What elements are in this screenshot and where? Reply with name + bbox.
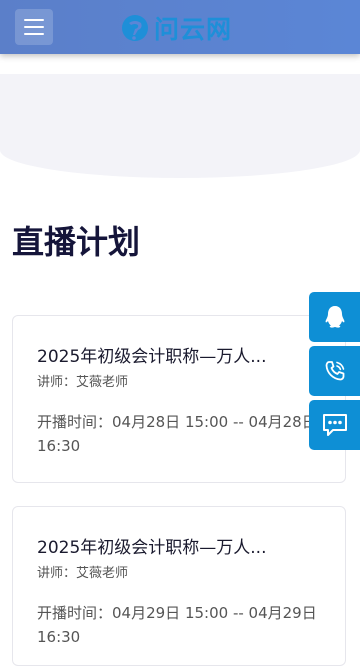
course-title[interactable]: 2025年初级会计职称—万人... bbox=[37, 344, 297, 370]
course-teacher: 讲师：艾薇老师 bbox=[37, 375, 129, 390]
qq-penguin-icon bbox=[325, 306, 344, 328]
site-logo[interactable]: 问云网 bbox=[120, 12, 232, 44]
course-teacher: 讲师：艾薇老师 bbox=[37, 566, 129, 581]
phone-contact-button[interactable] bbox=[309, 346, 360, 396]
menu-line bbox=[24, 33, 44, 35]
course-time: 开播时间：04月28日 15:00 -- 04月28日 16:30 bbox=[37, 413, 317, 455]
banner-area bbox=[0, 74, 360, 178]
qq-contact-button[interactable] bbox=[309, 292, 360, 342]
logo-text: 问云网 bbox=[154, 15, 233, 44]
menu-line bbox=[24, 19, 44, 21]
course-card[interactable]: 2025年初级会计职称—万人... 讲师：艾薇老师 开播时间：04月28日 15… bbox=[12, 315, 346, 483]
course-time: 开播时间：04月29日 15:00 -- 04月29日 16:30 bbox=[37, 604, 317, 646]
chat-message-icon bbox=[322, 414, 347, 436]
top-header: 问云网 bbox=[0, 0, 360, 54]
menu-line bbox=[24, 26, 44, 28]
course-card[interactable]: 2025年初级会计职称—万人... 讲师：艾薇老师 开播时间：04月29日 15… bbox=[12, 506, 346, 666]
menu-button[interactable] bbox=[15, 9, 53, 45]
section-title: 直播计划 bbox=[12, 223, 141, 261]
chat-contact-button[interactable] bbox=[309, 400, 360, 450]
course-title[interactable]: 2025年初级会计职称—万人... bbox=[37, 535, 297, 561]
phone-icon bbox=[325, 361, 344, 381]
wenyun-logo-icon bbox=[122, 15, 148, 41]
